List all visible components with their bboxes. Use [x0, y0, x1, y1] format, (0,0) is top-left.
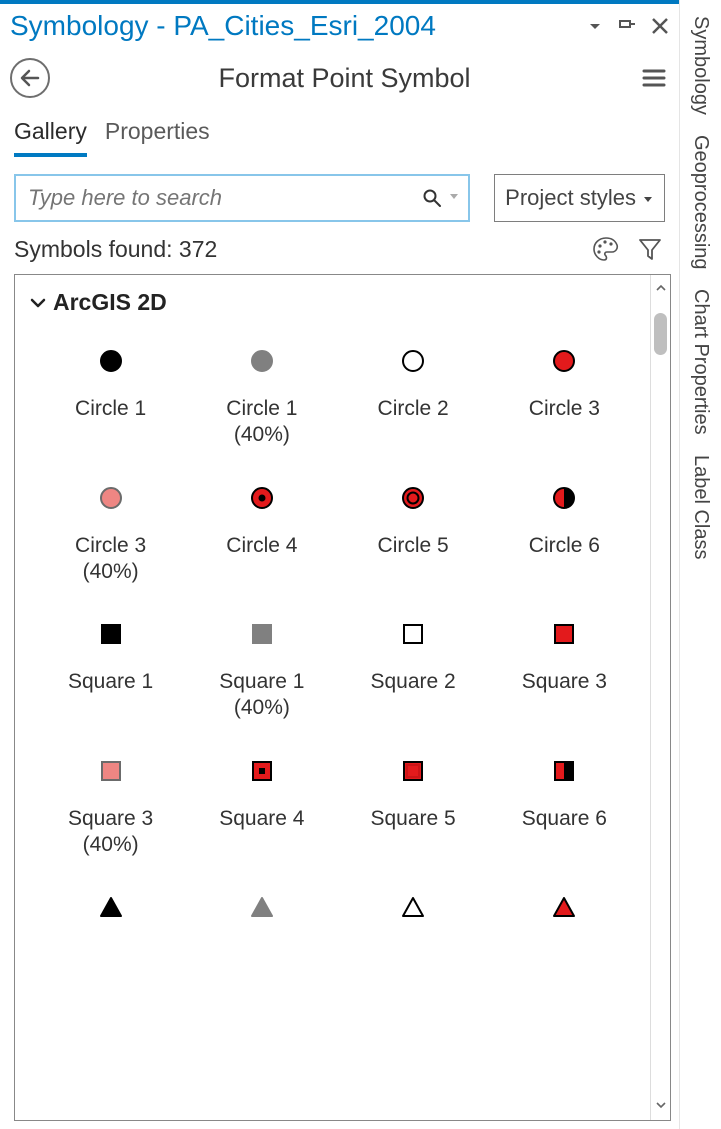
search-input[interactable]: [26, 184, 422, 212]
filter-icon[interactable]: [635, 234, 665, 264]
symbol-label: Square 3: [522, 669, 607, 695]
square-half-icon: [551, 754, 577, 788]
triangle-icon: [400, 890, 426, 924]
square-inset-icon: [400, 754, 426, 788]
symbol-label: Square 1: [68, 669, 153, 695]
panel-title: Symbology - PA_Cities_Esri_2004: [10, 10, 577, 42]
symbol-cell[interactable]: Square 1(40%): [188, 617, 335, 722]
triangle-icon: [249, 890, 275, 924]
circle-icon: [249, 344, 275, 378]
square-icon: [98, 617, 124, 651]
symbol-label: Circle 2: [378, 396, 449, 422]
style-scope-label: Project styles: [505, 185, 636, 211]
scroll-up-icon[interactable]: [655, 279, 667, 299]
circle-icon: [98, 344, 124, 378]
circle-icon: [98, 481, 124, 515]
tabs: Gallery Properties: [0, 104, 679, 158]
symbol-cell[interactable]: Square 3(40%): [37, 754, 184, 859]
scrollbar[interactable]: [650, 275, 670, 1120]
header-title: Format Point Symbol: [50, 63, 639, 94]
symbol-cell[interactable]: Square 6: [491, 754, 638, 859]
pin-icon[interactable]: [617, 16, 637, 36]
symbol-label: Circle 3: [529, 396, 600, 422]
symbol-cell[interactable]: Circle 3: [491, 344, 638, 449]
search-icon[interactable]: [422, 188, 442, 208]
symbol-cell[interactable]: Square 1: [37, 617, 184, 722]
style-scope-dropdown[interactable]: Project styles: [494, 174, 665, 222]
symbol-label: Circle 6: [529, 533, 600, 559]
symbol-cell[interactable]: Square 3: [491, 617, 638, 722]
category-label: ArcGIS 2D: [53, 289, 167, 316]
symbol-cell[interactable]: Circle 2: [340, 344, 487, 449]
close-icon[interactable]: [649, 15, 671, 37]
search-options-caret[interactable]: [448, 189, 460, 207]
dropdown-caret-icon: [642, 185, 654, 211]
symbol-label: Circle 4: [226, 533, 297, 559]
symbol-cell[interactable]: [340, 890, 487, 942]
tab-gallery[interactable]: Gallery: [14, 112, 87, 157]
back-button[interactable]: [10, 58, 50, 98]
square-icon: [551, 617, 577, 651]
symbol-label: Square 5: [371, 806, 456, 832]
symbol-cell[interactable]: Square 2: [340, 617, 487, 722]
symbology-panel: Symbology - PA_Cities_Esri_2004: [0, 0, 679, 1129]
right-dock: Symbology Geoprocessing Chart Properties…: [679, 0, 721, 1129]
symbol-cell[interactable]: Circle 6: [491, 481, 638, 586]
symbol-cell[interactable]: [37, 890, 184, 942]
symbol-cell[interactable]: Circle 4: [188, 481, 335, 586]
symbol-label: Circle 5: [378, 533, 449, 559]
symbol-cell[interactable]: Square 5: [340, 754, 487, 859]
symbol-label: Square 3(40%): [68, 806, 153, 859]
symbol-label: Square 4: [219, 806, 304, 832]
symbol-cell[interactable]: Circle 1: [37, 344, 184, 449]
circle-ring-icon: [400, 481, 426, 515]
circle-half-icon: [551, 481, 577, 515]
dock-tab-chart-properties[interactable]: Chart Properties: [685, 279, 716, 445]
header: Format Point Symbol: [0, 46, 679, 104]
symbol-cell[interactable]: Circle 1(40%): [188, 344, 335, 449]
symbol-label: Circle 1: [75, 396, 146, 422]
square-dot-icon: [249, 754, 275, 788]
category-header[interactable]: ArcGIS 2D: [29, 285, 646, 322]
dock-tab-symbology[interactable]: Symbology: [685, 6, 716, 125]
dock-tab-geoprocessing[interactable]: Geoprocessing: [685, 125, 716, 280]
tab-properties[interactable]: Properties: [105, 112, 210, 157]
dock-tab-label-class[interactable]: Label Class: [685, 445, 716, 570]
scroll-thumb[interactable]: [654, 313, 667, 355]
square-icon: [400, 617, 426, 651]
scroll-down-icon[interactable]: [655, 1096, 667, 1116]
palette-icon[interactable]: [591, 234, 621, 264]
triangle-icon: [98, 890, 124, 924]
symbol-cell[interactable]: Square 4: [188, 754, 335, 859]
symbol-label: Square 2: [371, 669, 456, 695]
square-icon: [98, 754, 124, 788]
symbol-label: Circle 1(40%): [226, 396, 297, 449]
symbol-cell[interactable]: Circle 3(40%): [37, 481, 184, 586]
symbol-label: Square 6: [522, 806, 607, 832]
menu-dropdown-icon[interactable]: [585, 16, 605, 36]
symbols-found-label: Symbols found: 372: [14, 236, 591, 263]
search-field[interactable]: [14, 174, 470, 222]
symbol-cell[interactable]: [188, 890, 335, 942]
chevron-down-icon: [29, 294, 47, 312]
symbol-label: Circle 3(40%): [75, 533, 146, 586]
burger-menu-icon[interactable]: [639, 63, 669, 93]
gallery: ArcGIS 2D Circle 1 Circle 1(40%) Circle 2 C…: [15, 275, 650, 1120]
circle-dot-icon: [249, 481, 275, 515]
symbol-cell[interactable]: [491, 890, 638, 942]
titlebar: Symbology - PA_Cities_Esri_2004: [0, 4, 679, 46]
circle-icon: [551, 344, 577, 378]
symbol-cell[interactable]: Circle 5: [340, 481, 487, 586]
circle-icon: [400, 344, 426, 378]
square-icon: [249, 617, 275, 651]
triangle-icon: [551, 890, 577, 924]
symbol-label: Square 1(40%): [219, 669, 304, 722]
